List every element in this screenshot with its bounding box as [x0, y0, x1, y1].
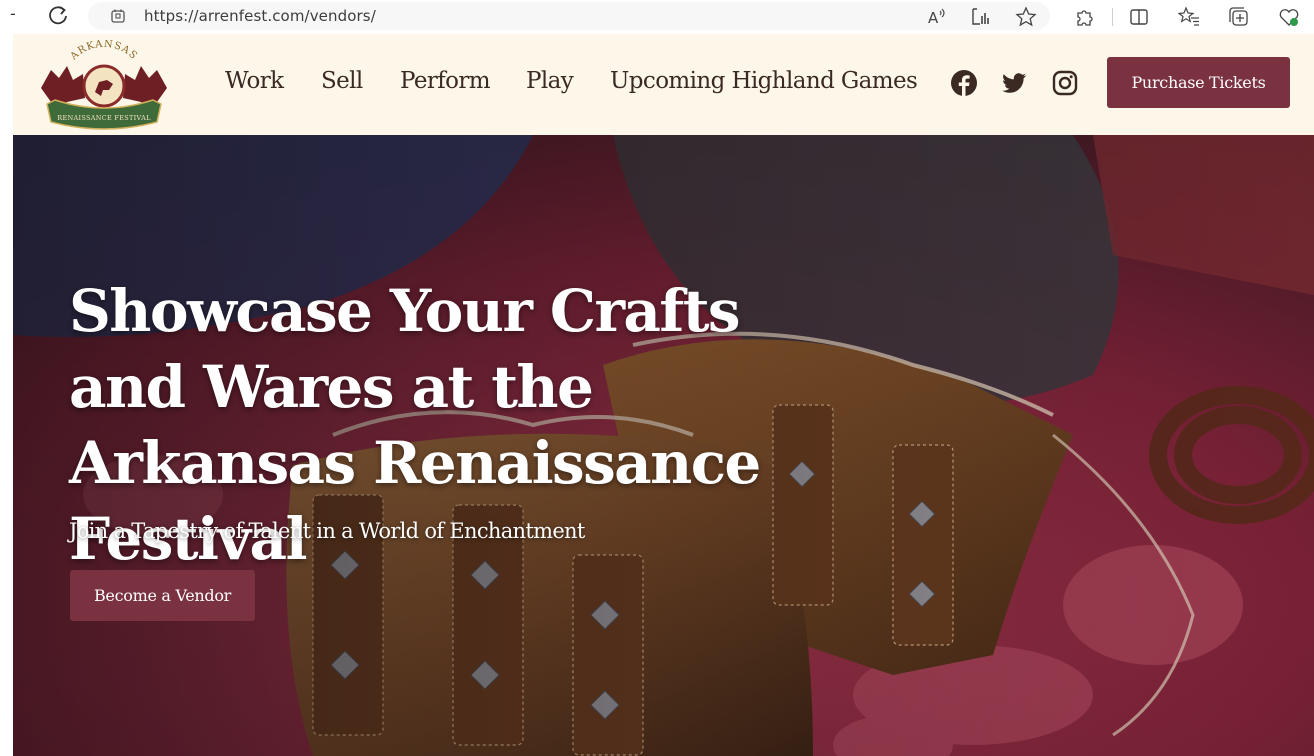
toolbar-separator: [1112, 8, 1113, 26]
url-text[interactable]: https://arrenfest.com/vendors/: [144, 7, 376, 25]
back-button-fragment[interactable]: -: [10, 4, 16, 23]
instagram-icon[interactable]: [1051, 69, 1079, 97]
logo-top-text: ARKANSAS: [68, 40, 139, 63]
become-a-vendor-button[interactable]: Become a Vendor: [70, 570, 255, 621]
nav-sell[interactable]: Sell: [321, 68, 363, 94]
twitter-icon[interactable]: [1000, 69, 1028, 97]
site-info-icon[interactable]: [110, 8, 126, 24]
extensions-icon[interactable]: [1074, 6, 1096, 28]
svg-text:ARKANSAS: ARKANSAS: [68, 40, 140, 63]
reading-view-icon[interactable]: [970, 6, 992, 28]
nav-play[interactable]: Play: [526, 68, 574, 94]
svg-text:A: A: [928, 9, 939, 27]
logo-banner-text: RENAISSANCE FESTIVAL: [57, 114, 151, 122]
facebook-icon[interactable]: [950, 69, 978, 97]
collections-icon[interactable]: [1228, 6, 1250, 28]
split-screen-icon[interactable]: [1128, 6, 1150, 28]
nav-work[interactable]: Work: [225, 68, 284, 94]
purchase-tickets-button[interactable]: Purchase Tickets: [1107, 57, 1290, 108]
favorite-star-icon[interactable]: [1015, 6, 1037, 28]
nav-perform[interactable]: Perform: [400, 68, 491, 94]
nav-upcoming-highland-games[interactable]: Upcoming Highland Games: [610, 68, 918, 94]
address-bar[interactable]: https://arrenfest.com/vendors/: [88, 2, 1050, 30]
browser-toolbar: - https://arrenfest.com/vendors/ A: [0, 0, 1314, 34]
favorites-icon[interactable]: [1178, 6, 1200, 28]
website: ARKANSAS RENAISSANCE FESTIVAL Work Sell …: [13, 34, 1314, 756]
hero-section: Showcase Your Crafts and Wares at the Ar…: [13, 135, 1314, 756]
site-header: ARKANSAS RENAISSANCE FESTIVAL Work Sell …: [13, 34, 1314, 135]
browser-essentials-icon[interactable]: [1278, 6, 1300, 28]
read-aloud-icon[interactable]: A: [926, 6, 948, 28]
festival-logo[interactable]: ARKANSAS RENAISSANCE FESTIVAL: [37, 40, 171, 130]
hero-subtitle: Join a Tapestry of Talent in a World of …: [69, 519, 585, 543]
reload-icon[interactable]: [46, 4, 70, 28]
